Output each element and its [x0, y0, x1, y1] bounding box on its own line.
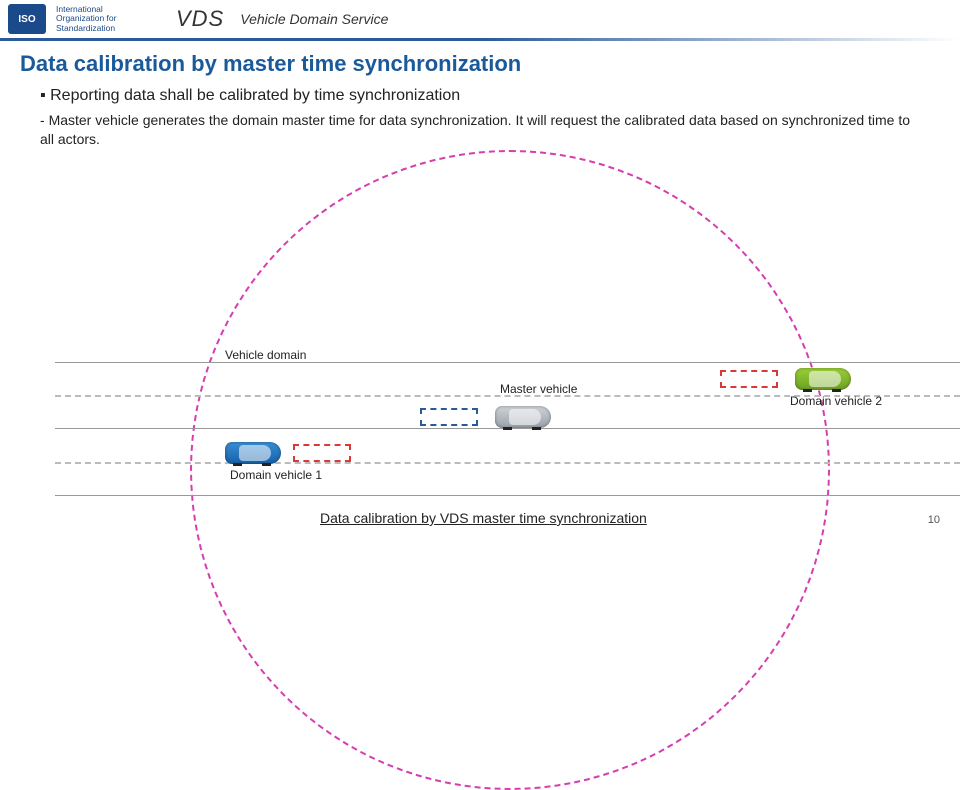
page-number: 10: [928, 514, 940, 526]
iso-line3: Standardization: [56, 24, 136, 33]
position-box-v1: [293, 444, 351, 462]
lane-center-dash: [55, 462, 960, 464]
label-domain-vehicle-2: Domain vehicle 2: [790, 394, 882, 408]
lane-divider: [55, 495, 960, 496]
vds-full: Vehicle Domain Service: [240, 11, 388, 27]
label-master-vehicle: Master vehicle: [500, 382, 577, 396]
position-box-master: [420, 408, 478, 426]
content-block: Reporting data shall be calibrated by ti…: [0, 83, 960, 149]
iso-logo-text: ISO: [18, 14, 35, 25]
label-vehicle-domain: Vehicle domain: [225, 348, 306, 362]
car-domain-1: [225, 442, 281, 464]
position-box-v2: [720, 370, 778, 388]
diagram-caption: Data calibration by VDS master time sync…: [320, 510, 647, 526]
iso-logo: ISO: [8, 4, 46, 34]
vds-acronym: VDS: [176, 6, 224, 32]
diagram: Vehicle domain Master vehicle Domain veh…: [0, 190, 960, 500]
car-master: [495, 406, 551, 428]
sub-bullet: Master vehicle generates the domain mast…: [40, 111, 920, 149]
iso-org-text: International Organization for Standardi…: [56, 5, 136, 33]
header: ISO International Organization for Stand…: [0, 0, 960, 38]
lane-divider: [55, 362, 960, 363]
label-domain-vehicle-1: Domain vehicle 1: [230, 468, 322, 482]
page-title: Data calibration by master time synchron…: [0, 41, 960, 83]
car-domain-2: [795, 368, 851, 390]
bullet-main: Reporting data shall be calibrated by ti…: [40, 87, 920, 105]
